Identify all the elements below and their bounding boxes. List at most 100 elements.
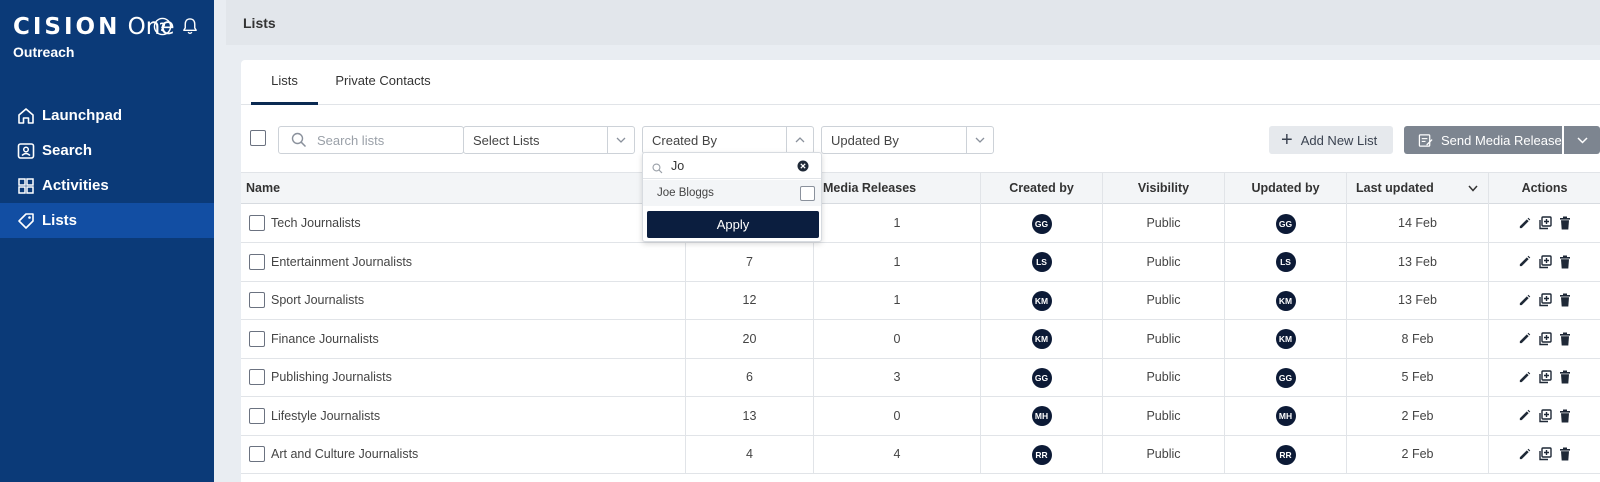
select-all-checkbox[interactable] [250,130,266,146]
edit-icon[interactable] [1517,331,1532,346]
tab-lists[interactable]: Lists [251,60,318,105]
column-header-updated-by[interactable]: Updated by [1225,173,1347,204]
row-checkbox[interactable] [249,215,265,231]
select-lists-label: Select Lists [473,133,540,148]
sidebar-item-activities[interactable]: Activities [0,168,214,203]
send-options-dropdown-button[interactable] [1564,126,1600,154]
delete-icon[interactable] [1557,408,1572,423]
search-input[interactable] [317,133,457,148]
actions-cell [1489,243,1600,281]
edit-icon[interactable] [1517,293,1532,308]
clear-icon[interactable] [797,159,809,177]
table-row[interactable]: Sport Journalists 12 1 KM Public KM 13 Feb [241,281,1600,320]
duplicate-icon[interactable] [1537,254,1552,269]
duplicate-icon[interactable] [1537,447,1552,462]
page-title: Lists [243,15,276,31]
row-checkbox[interactable] [249,446,265,462]
actions-cell [1489,435,1600,473]
table-row[interactable]: Tech Journalists 1 GG Public GG 14 Feb [241,204,1600,243]
avatar: LS [1031,252,1052,273]
sidebar-nav: Launchpad Search Activities Lists [0,98,214,238]
add-new-list-button[interactable]: + Add New List [1269,126,1393,154]
updated-by-dropdown[interactable]: Updated By [821,126,994,154]
send-media-release-button[interactable]: Send Media Release [1404,126,1562,154]
row-checkbox[interactable] [249,330,265,347]
table-row[interactable]: Art and Culture Journalists 4 4 RR Public RR 2… [241,435,1600,474]
last-updated-cell: 13 Feb [1347,242,1489,281]
edit-icon[interactable] [1517,216,1532,231]
dropdown-option[interactable]: Joe Bloggs [643,180,821,206]
row-checkbox[interactable] [249,369,265,385]
sidebar-item-launchpad[interactable]: Launchpad [0,98,214,133]
delete-icon[interactable] [1557,447,1572,462]
list-name-link[interactable]: Sport Journalists [271,281,364,319]
tab-private-contacts[interactable]: Private Contacts [333,60,433,105]
lists-card: Lists Private Contacts Select Lists Crea… [241,60,1600,482]
table-row[interactable]: Finance Journalists 20 0 KM Public KM 8 Feb [241,319,1600,359]
row-checkbox[interactable] [249,292,265,308]
dropdown-option-label: Joe Bloggs [657,187,714,199]
edit-icon[interactable] [1517,408,1532,423]
bell-icon[interactable] [180,16,200,36]
avatar: MH [1275,406,1296,427]
created-by-cell: RR [981,435,1103,473]
table-row[interactable]: Publishing Journalists 6 3 GG Public GG 5 Feb [241,358,1600,397]
duplicate-icon[interactable] [1537,408,1552,423]
media-releases-count: 1 [814,242,981,281]
created-by-dropdown-panel: Jo Joe Bloggs Apply [642,152,822,242]
column-header-created-by[interactable]: Created by [981,173,1103,204]
select-lists-dropdown[interactable]: Select Lists [463,126,635,154]
media-releases-count: 4 [814,435,981,473]
dropdown-option-checkbox[interactable] [800,186,815,201]
column-header-actions: Actions [1521,181,1568,195]
contacts-count: 13 [686,396,814,435]
visibility-cell: Public [1103,396,1225,435]
help-icon[interactable]: ? [152,16,172,36]
sort-chevron-icon[interactable] [1468,185,1478,192]
list-name-link[interactable]: Finance Journalists [271,320,379,358]
list-name-link[interactable]: Art and Culture Journalists [271,435,418,473]
edit-icon[interactable] [1517,254,1532,269]
dropdown-search[interactable]: Jo [643,153,821,179]
delete-icon[interactable] [1557,293,1572,308]
list-name-link[interactable]: Tech Journalists [271,204,361,242]
sidebar-item-lists[interactable]: Lists [0,203,214,238]
column-header-name[interactable]: Name [241,173,686,204]
list-name-link[interactable]: Entertainment Journalists [271,243,412,281]
table-row[interactable]: Lifestyle Journalists 13 0 MH Public MH 2 Feb [241,396,1600,436]
dropdown-search-value[interactable]: Jo [671,159,684,173]
duplicate-icon[interactable] [1537,293,1552,308]
avatar: RR [1031,444,1052,465]
list-name-link[interactable]: Lifestyle Journalists [271,397,380,435]
tag-icon [15,210,37,232]
duplicate-icon[interactable] [1537,331,1552,346]
delete-icon[interactable] [1557,254,1572,269]
updated-by-cell: GG [1225,358,1347,396]
apply-button[interactable]: Apply [647,211,819,238]
column-header-last-updated[interactable]: Last updated [1347,173,1489,204]
delete-icon[interactable] [1557,331,1572,346]
updated-by-cell: KM [1225,319,1347,358]
contacts-count: 12 [686,281,814,319]
edit-icon[interactable] [1517,447,1532,462]
table-row[interactable]: Entertainment Journalists 7 1 LS Public LS 13 … [241,242,1600,282]
duplicate-icon[interactable] [1537,216,1552,231]
delete-icon[interactable] [1557,370,1572,385]
edit-icon[interactable] [1517,370,1532,385]
sidebar-item-search[interactable]: Search [0,133,214,168]
created-by-dropdown[interactable]: Created By [642,126,814,154]
updated-by-cell: KM [1225,281,1347,319]
actions-cell [1489,204,1600,242]
column-header-media-releases[interactable]: Media Releases [814,173,981,204]
list-name-link[interactable]: Publishing Journalists [271,358,392,396]
delete-icon[interactable] [1557,216,1572,231]
column-header-visibility[interactable]: Visibility [1103,173,1225,204]
created-by-label: Created By [652,133,718,148]
visibility-cell: Public [1103,242,1225,281]
row-checkbox[interactable] [249,253,265,270]
row-checkbox[interactable] [249,407,265,424]
duplicate-icon[interactable] [1537,370,1552,385]
last-updated-cell: 13 Feb [1347,281,1489,319]
last-updated-cell: 8 Feb [1347,319,1489,358]
tab-bar: Lists Private Contacts [241,60,1600,105]
